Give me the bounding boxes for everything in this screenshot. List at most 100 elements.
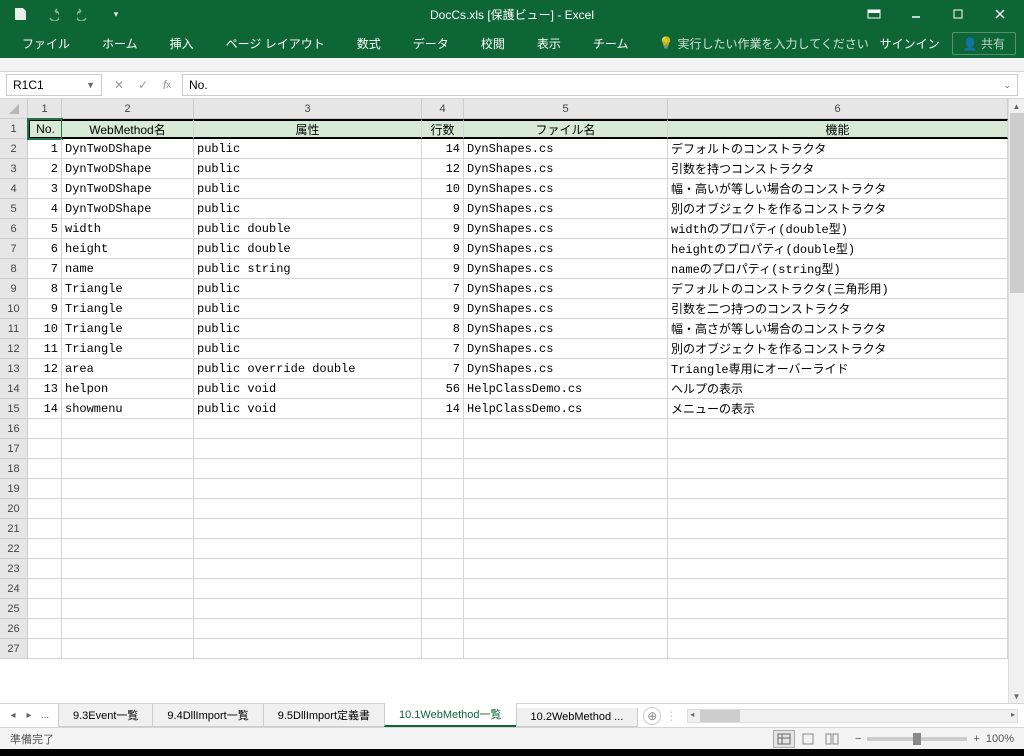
cell[interactable]: [464, 639, 668, 659]
cell[interactable]: DynShapes.cs: [464, 199, 668, 219]
cell[interactable]: 引数を持つコンストラクタ: [668, 159, 1008, 179]
cell[interactable]: [28, 639, 62, 659]
cell[interactable]: [62, 519, 194, 539]
row-header[interactable]: 8: [0, 259, 27, 279]
scroll-thumb[interactable]: [1010, 113, 1024, 293]
cell[interactable]: [194, 439, 422, 459]
row-header[interactable]: 22: [0, 539, 27, 559]
row-header[interactable]: 26: [0, 619, 27, 639]
cell[interactable]: [464, 579, 668, 599]
zoom-in-button[interactable]: +: [973, 733, 979, 745]
cell[interactable]: DynShapes.cs: [464, 339, 668, 359]
header-cell[interactable]: 属性: [194, 119, 422, 139]
cell[interactable]: DynShapes.cs: [464, 259, 668, 279]
cell[interactable]: showmenu: [62, 399, 194, 419]
cell[interactable]: 14: [422, 399, 464, 419]
ribbon-tab[interactable]: ホーム: [88, 29, 152, 58]
cell[interactable]: width: [62, 219, 194, 239]
cell[interactable]: [422, 559, 464, 579]
cell[interactable]: [464, 519, 668, 539]
row-header[interactable]: 27: [0, 639, 27, 659]
cell[interactable]: [464, 599, 668, 619]
cell[interactable]: [62, 419, 194, 439]
name-box[interactable]: R1C1 ▼: [6, 74, 102, 96]
row-header[interactable]: 9: [0, 279, 27, 299]
cell[interactable]: DynTwoDShape: [62, 199, 194, 219]
scroll-right-icon[interactable]: ▸: [1011, 710, 1015, 719]
cell[interactable]: [668, 599, 1008, 619]
cell[interactable]: デフォルトのコンストラクタ: [668, 139, 1008, 159]
row-header[interactable]: 10: [0, 299, 27, 319]
sheet-tab[interactable]: 9.5DllImport定義書: [263, 704, 385, 727]
cell[interactable]: Triangle: [62, 319, 194, 339]
header-cell[interactable]: 機能: [668, 119, 1008, 139]
cell[interactable]: [668, 539, 1008, 559]
cell[interactable]: [28, 619, 62, 639]
cell[interactable]: HelpClassDemo.cs: [464, 379, 668, 399]
cell[interactable]: [464, 539, 668, 559]
cell[interactable]: 9: [422, 299, 464, 319]
cell[interactable]: [194, 559, 422, 579]
cell[interactable]: 9: [422, 259, 464, 279]
row-header[interactable]: 21: [0, 519, 27, 539]
row-header[interactable]: 13: [0, 359, 27, 379]
cell[interactable]: DynTwoDShape: [62, 159, 194, 179]
cell[interactable]: [28, 419, 62, 439]
cell[interactable]: 幅・高さが等しい場合のコンストラクタ: [668, 319, 1008, 339]
row-header[interactable]: 6: [0, 219, 27, 239]
cell[interactable]: 7: [28, 259, 62, 279]
cell[interactable]: Triangle専用にオーバーライド: [668, 359, 1008, 379]
cell[interactable]: 別のオブジェクトを作るコンストラクタ: [668, 199, 1008, 219]
cell[interactable]: [668, 419, 1008, 439]
cell[interactable]: Triangle: [62, 339, 194, 359]
cell[interactable]: 幅・高いが等しい場合のコンストラクタ: [668, 179, 1008, 199]
row-header[interactable]: 16: [0, 419, 27, 439]
cell[interactable]: [668, 499, 1008, 519]
cell[interactable]: [194, 639, 422, 659]
cell[interactable]: [62, 579, 194, 599]
cell[interactable]: [194, 519, 422, 539]
cell[interactable]: [62, 559, 194, 579]
chevron-down-icon[interactable]: ▼: [86, 80, 95, 90]
cell[interactable]: 10: [28, 319, 62, 339]
cell[interactable]: public: [194, 199, 422, 219]
row-header[interactable]: 20: [0, 499, 27, 519]
cell[interactable]: [464, 499, 668, 519]
cell[interactable]: DynShapes.cs: [464, 179, 668, 199]
col-header[interactable]: 3: [194, 99, 422, 118]
sheet-nav-next-icon[interactable]: ▸: [22, 709, 36, 723]
cell[interactable]: public double: [194, 219, 422, 239]
cell[interactable]: [464, 439, 668, 459]
cell[interactable]: [28, 579, 62, 599]
row-header[interactable]: 24: [0, 579, 27, 599]
row-header[interactable]: 1: [0, 119, 27, 139]
cell[interactable]: public: [194, 299, 422, 319]
cell[interactable]: [194, 619, 422, 639]
row-header[interactable]: 17: [0, 439, 27, 459]
cancel-icon[interactable]: ✕: [108, 74, 130, 96]
cell[interactable]: 9: [422, 199, 464, 219]
signin-link[interactable]: サインイン: [880, 35, 940, 52]
cell[interactable]: public: [194, 159, 422, 179]
header-cell[interactable]: No.: [28, 119, 62, 139]
ribbon-tab[interactable]: チーム: [579, 29, 643, 58]
ribbon-options-icon[interactable]: [854, 4, 894, 24]
cell[interactable]: [194, 599, 422, 619]
header-cell[interactable]: 行数: [422, 119, 464, 139]
cell[interactable]: DynShapes.cs: [464, 219, 668, 239]
cell[interactable]: 7: [422, 279, 464, 299]
cell[interactable]: 14: [28, 399, 62, 419]
vertical-scrollbar[interactable]: ▲ ▼: [1008, 99, 1024, 703]
cell[interactable]: widthのプロパティ(double型): [668, 219, 1008, 239]
undo-icon[interactable]: [40, 4, 64, 24]
cell[interactable]: DynShapes.cs: [464, 299, 668, 319]
cell[interactable]: DynTwoDShape: [62, 179, 194, 199]
row-header[interactable]: 23: [0, 559, 27, 579]
cell[interactable]: public: [194, 339, 422, 359]
header-cell[interactable]: ファイル名: [464, 119, 668, 139]
cell[interactable]: public string: [194, 259, 422, 279]
cell[interactable]: [28, 539, 62, 559]
row-header[interactable]: 18: [0, 459, 27, 479]
cell[interactable]: 1: [28, 139, 62, 159]
cell[interactable]: [464, 559, 668, 579]
